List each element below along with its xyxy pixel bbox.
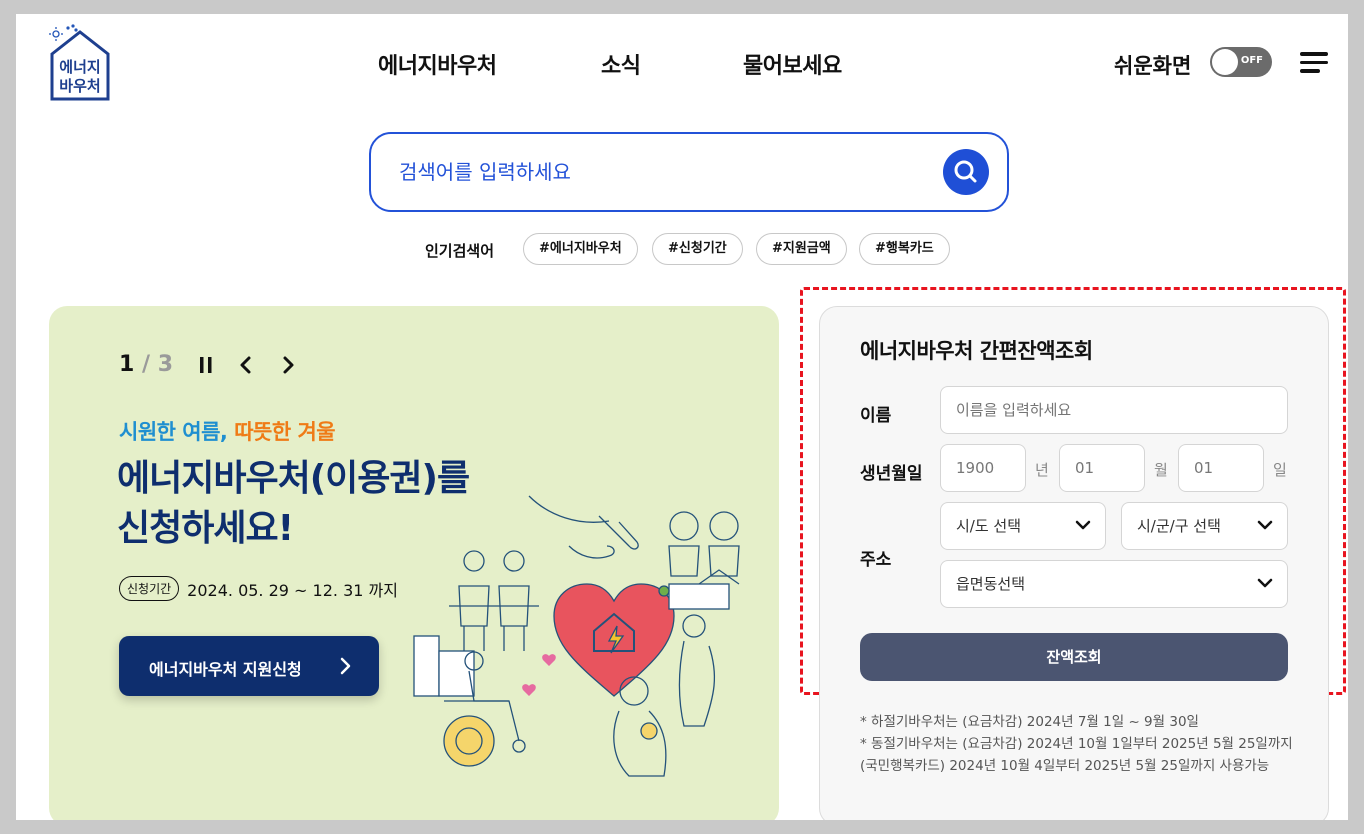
easy-view-toggle[interactable]: OFF [1210,47,1272,77]
prev-slide-icon[interactable] [235,352,257,378]
chevron-down-icon [1257,578,1273,588]
hand-icon [528,495,639,559]
apply-button-label: 에너지바우처 지원신청 [149,660,302,679]
year-unit: 년 [1035,461,1049,479]
menu-icon[interactable] [1300,52,1330,74]
toggle-state-text: OFF [1240,55,1263,66]
application-period: 신청기간 2024. 05. 29 ~ 12. 31 까지 [119,576,398,601]
sigungu-select-value: 시/군/구 선택 [1137,517,1221,535]
slide-pager: 1 / 3 [119,352,173,377]
couple-students-icon [449,550,539,651]
slide-total: 3 [157,352,174,377]
subtitle-summer: 시원한 여름, [119,420,228,444]
name-label: 이름 [860,406,892,426]
subtitle-winter: 따뜻한 겨울 [234,420,336,444]
name-input[interactable] [940,386,1288,434]
page: 에너지 바우처 에너지바우처 소식 물어보세요 쉬운화면 OFF 인기검색어 #… [16,14,1348,820]
hero-banner: 1 / 3 시원한 여름, 따뜻한 겨울 에너지바우처(이용권)를 신청하세요!… [49,306,779,820]
buildings-icon [413,635,475,697]
search-input[interactable] [399,156,919,188]
banner-subtitle: 시원한 여름, 따뜻한 겨울 [119,416,336,446]
next-slide-icon[interactable] [277,352,299,378]
pause-icon[interactable] [195,352,217,378]
slide-separator: / [141,352,151,377]
elderly-couple-icon [668,511,740,577]
chevron-right-icon [340,657,351,675]
sido-select[interactable]: 시/도 선택 [940,502,1106,550]
popular-tag[interactable]: #신청기간 [652,233,743,265]
popular-tag[interactable]: #지원금액 [756,233,847,265]
period-date: 2024. 05. 29 ~ 12. 31 까지 [187,580,398,600]
chevron-down-icon [1075,520,1091,530]
mother-baby-icon [613,676,667,777]
sun-icon [49,27,63,41]
balance-check-panel: 에너지바우처 간편잔액조회 이름 생년월일 1900 년 01 월 01 일 주… [819,306,1329,820]
apply-button[interactable]: 에너지바우처 지원신청 [119,636,379,696]
balance-check-button[interactable]: 잔액조회 [860,633,1288,681]
eupmyeondong-select[interactable]: 읍면동선택 [940,560,1288,608]
sigungu-select[interactable]: 시/군/구 선택 [1121,502,1288,550]
search-icon [954,160,977,183]
snowflake-icon [66,24,78,32]
nav-energy-voucher[interactable]: 에너지바우처 [378,48,497,80]
birth-label: 생년월일 [860,464,923,484]
search-box [369,132,1009,212]
logo[interactable]: 에너지 바우처 [48,24,112,102]
logo-text-line1: 에너지 [59,58,100,76]
popular-tag[interactable]: #에너지바우처 [523,233,638,265]
logo-text-line2: 바우처 [59,77,100,95]
birth-day-input[interactable]: 01 [1178,444,1264,492]
banner-illustration [413,495,740,777]
slide-current: 1 [119,352,135,377]
month-unit: 월 [1154,461,1168,479]
summer-voucher-note: * 하절기바우처는 (요금차감) 2024년 7월 1일 ~ 9월 30일 [860,714,1199,730]
small-hearts-icon [522,654,556,696]
chevron-down-icon [1257,520,1273,530]
pregnant-woman-icon [678,614,716,727]
day-unit: 일 [1273,461,1287,479]
toggle-knob [1212,49,1238,75]
nav-news[interactable]: 소식 [601,48,641,80]
eupmyeondong-select-value: 읍면동선택 [956,575,1026,593]
address-label: 주소 [860,550,892,570]
search-button[interactable] [943,149,989,195]
sido-select-value: 시/도 선택 [956,517,1022,535]
birth-year-input[interactable]: 1900 [940,444,1026,492]
nav-ask[interactable]: 물어보세요 [743,48,842,80]
birth-month-input[interactable]: 01 [1059,444,1145,492]
popular-tag[interactable]: #행복카드 [859,233,950,265]
winter-voucher-note: * 동절기바우처는 (요금차감) 2024년 10월 1일부터 2025년 5월… [860,736,1293,774]
popular-search-label: 인기검색어 [425,242,495,260]
panel-title: 에너지바우처 간편잔액조회 [860,339,1093,363]
easy-view-label: 쉬운화면 [1114,54,1192,78]
period-badge: 신청기간 [119,576,180,601]
